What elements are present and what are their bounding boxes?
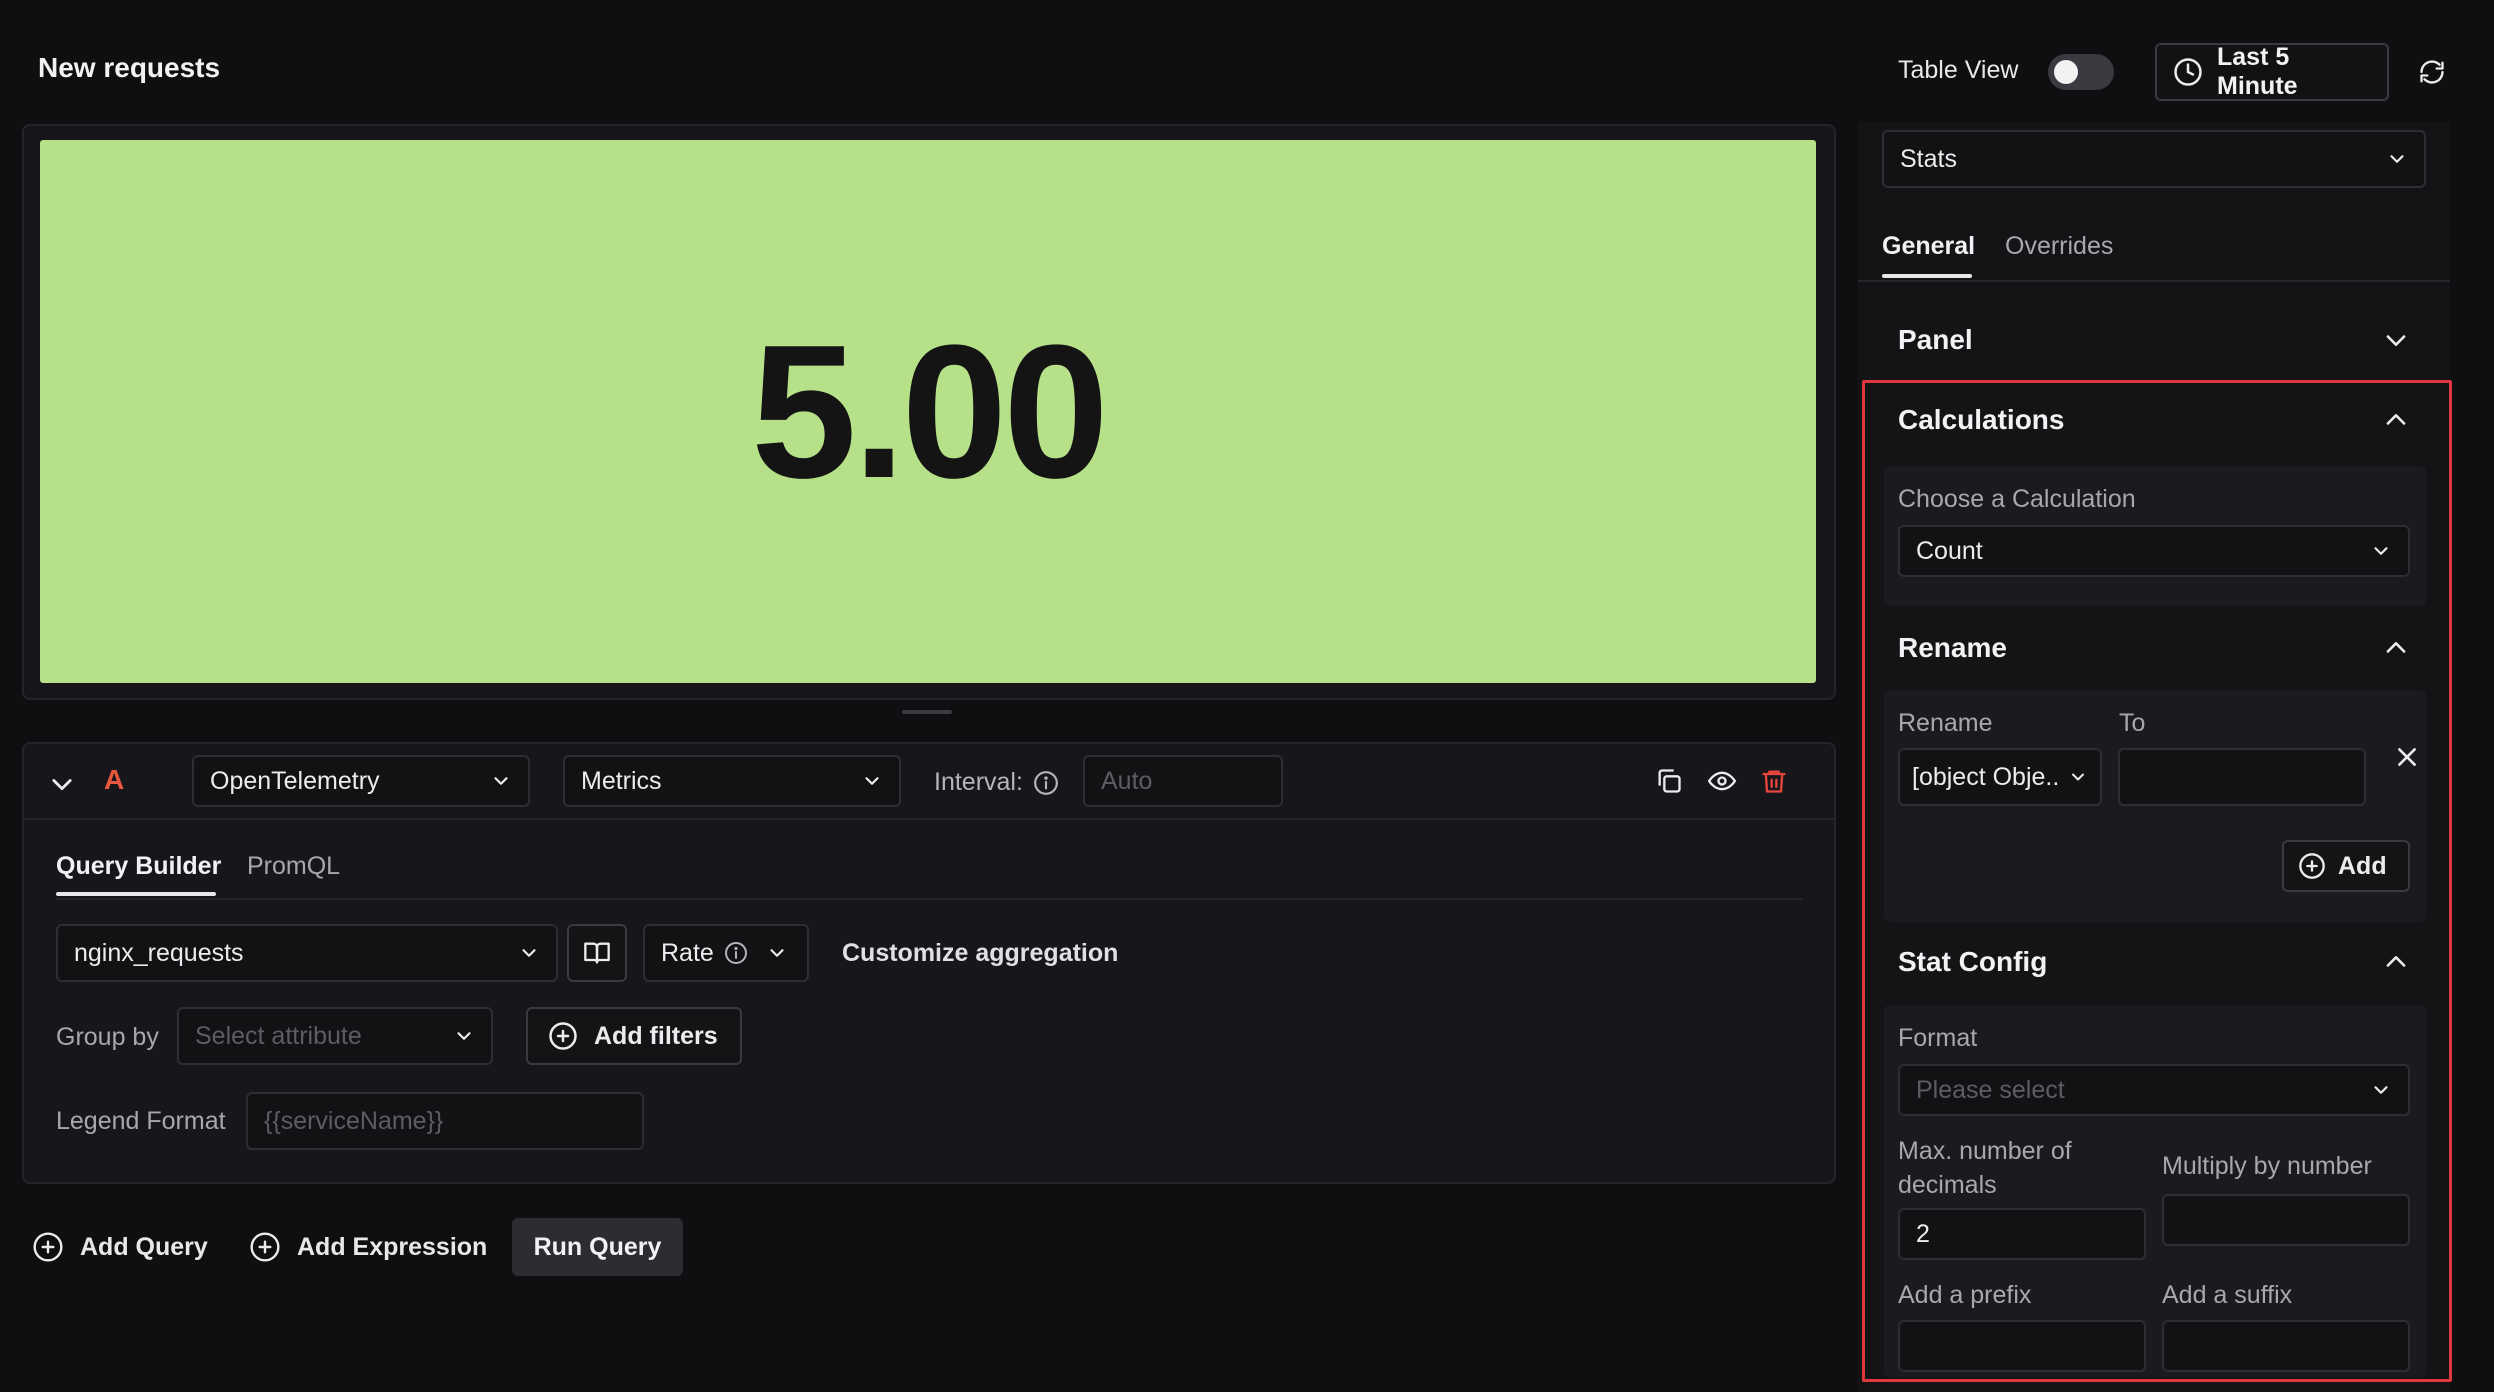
aggregation-value: Rate	[661, 938, 714, 967]
info-icon	[724, 941, 748, 965]
eye-icon[interactable]	[1707, 767, 1737, 795]
aggregation-select[interactable]: Rate	[643, 924, 809, 982]
tabs-divider	[1858, 280, 2450, 282]
active-tab-indicator	[56, 892, 216, 896]
time-range-label: Last 5 Minute	[2217, 43, 2298, 100]
tab-promql[interactable]: PromQL	[247, 852, 340, 881]
page-title: New requests	[38, 52, 221, 83]
legend-format-label: Legend Format	[56, 1107, 226, 1135]
panel-section-title: Panel	[1898, 324, 1973, 355]
query-type-value: Metrics	[581, 766, 662, 795]
chevron-down-icon	[2386, 148, 2408, 170]
table-view-toggle[interactable]	[2048, 54, 2114, 90]
chevron-down-icon	[453, 1025, 475, 1047]
table-view-label: Table View	[1898, 56, 2019, 84]
add-filters-label: Add filters	[594, 1021, 718, 1050]
interval-placeholder: Auto	[1101, 766, 1153, 795]
add-expression-button[interactable]: Add Expression	[249, 1231, 487, 1263]
query-name: A	[104, 764, 125, 795]
copy-icon[interactable]	[1655, 767, 1683, 795]
tab-query-builder[interactable]: Query Builder	[56, 852, 221, 881]
add-filters-button[interactable]: Add filters	[526, 1007, 742, 1065]
plus-circle-icon	[548, 1021, 578, 1051]
interval-input[interactable]: Auto	[1083, 755, 1283, 807]
divider	[24, 818, 1834, 820]
data-source-select[interactable]: OpenTelemetry	[192, 755, 530, 807]
query-type-select[interactable]: Metrics	[563, 755, 901, 807]
chevron-down-icon	[2382, 326, 2410, 354]
clock-icon	[2173, 57, 2203, 87]
group-by-placeholder: Select attribute	[195, 1021, 362, 1050]
data-source-value: OpenTelemetry	[210, 766, 380, 795]
tabs-divider	[56, 898, 1802, 900]
run-query-button[interactable]: Run Query	[512, 1218, 683, 1276]
stat-value: 5.00	[751, 305, 1109, 518]
chevron-down-icon	[518, 942, 540, 964]
metric-docs-button[interactable]	[567, 924, 627, 982]
chevron-down-icon	[861, 770, 883, 792]
time-range-button[interactable]: Last 5 Minute	[2155, 43, 2389, 101]
collapse-query-icon[interactable]	[48, 770, 76, 798]
tab-general[interactable]: General	[1882, 232, 1975, 261]
delete-icon[interactable]	[1760, 766, 1788, 796]
plus-circle-icon	[32, 1231, 64, 1263]
chevron-down-icon	[766, 942, 788, 964]
book-icon	[582, 939, 612, 967]
legend-format-placeholder: {{serviceName}}	[264, 1106, 444, 1135]
plus-circle-icon	[249, 1231, 281, 1263]
info-icon[interactable]	[1033, 770, 1059, 796]
metric-select[interactable]: nginx_requests	[56, 924, 558, 982]
interval-label: Interval:	[934, 768, 1023, 796]
highlight-box	[1862, 380, 2452, 1382]
add-query-button[interactable]: Add Query	[32, 1231, 208, 1263]
visualization-value: Stats	[1900, 144, 1957, 173]
chevron-down-icon	[490, 770, 512, 792]
panel-section-header[interactable]: Panel	[1898, 324, 2410, 356]
add-query-label: Add Query	[80, 1232, 208, 1261]
toggle-knob	[2054, 60, 2078, 84]
metric-value: nginx_requests	[74, 938, 244, 967]
group-by-select[interactable]: Select attribute	[177, 1007, 493, 1065]
stat-panel: 5.00	[40, 140, 1816, 683]
group-by-label: Group by	[56, 1023, 159, 1051]
active-tab-indicator	[1882, 274, 1972, 278]
resize-handle[interactable]	[902, 710, 952, 714]
visualization-select[interactable]: Stats	[1882, 130, 2426, 188]
tab-overrides[interactable]: Overrides	[2005, 232, 2113, 261]
refresh-icon[interactable]	[2418, 58, 2446, 86]
customize-aggregation-link[interactable]: Customize aggregation	[842, 939, 1118, 968]
add-expression-label: Add Expression	[297, 1232, 488, 1261]
legend-format-input[interactable]: {{serviceName}}	[246, 1092, 644, 1150]
